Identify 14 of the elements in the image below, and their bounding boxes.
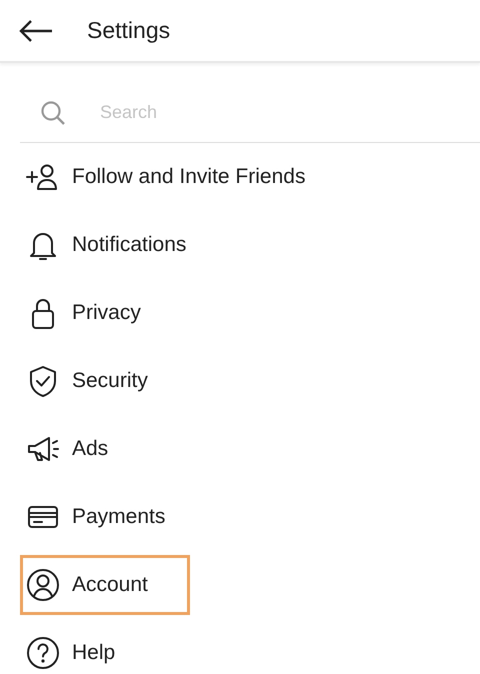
settings-item[interactable]: Notifications bbox=[20, 215, 196, 275]
person-circle-icon bbox=[26, 568, 60, 602]
search-icon bbox=[40, 100, 66, 126]
back-icon[interactable] bbox=[19, 20, 53, 42]
settings-item[interactable]: Help bbox=[20, 623, 190, 674]
help-icon bbox=[26, 636, 60, 670]
settings-item[interactable]: Account bbox=[20, 555, 190, 615]
page-title: Settings bbox=[87, 17, 170, 44]
settings-item[interactable]: Payments bbox=[20, 487, 190, 547]
settings-item[interactable]: Security bbox=[20, 351, 190, 411]
settings-item[interactable]: Ads bbox=[20, 419, 190, 479]
settings-item[interactable]: Follow and Invite Friends bbox=[20, 147, 314, 207]
settings-item[interactable]: Privacy bbox=[20, 283, 190, 343]
search-field[interactable]: Search bbox=[98, 101, 402, 124]
